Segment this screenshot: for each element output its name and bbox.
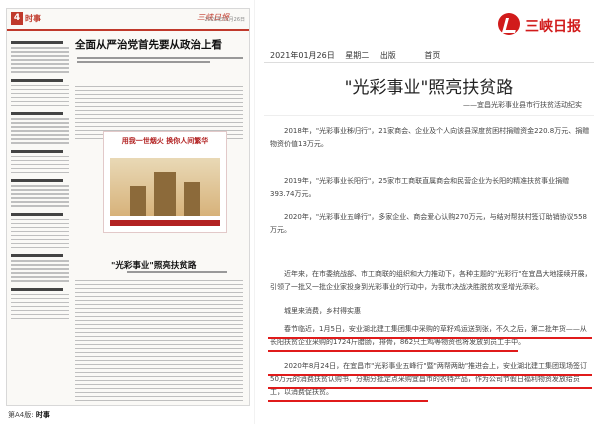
nav-divider: [264, 62, 594, 63]
article-subheadline-thumb: [127, 271, 227, 273]
article-paragraph: 近年来，在市委统战部、市工商联的组织和大力推动下，各种主题的"光彩行"在宜昌大地…: [270, 270, 592, 291]
article-paragraph: 2020年，"光彩事业五峰行"，多家企业、商会爱心认购270万元，与结对帮扶村签…: [270, 213, 587, 234]
page-date: 2021年01月26日: [204, 17, 245, 23]
sanxia-logo-icon: [498, 13, 520, 35]
edition-nav: 2021年01月26日 星期二 出版 首页: [270, 50, 448, 61]
ad-title: 用我一世烟火 换你人间繁华: [121, 136, 209, 145]
page-header: 4 时事 三峡日报 2021年01月26日: [7, 9, 249, 31]
edition-weekday: 星期二: [345, 51, 370, 60]
article-section-heading: 城里来消费，乡村得实惠: [284, 307, 361, 315]
edition-label: 出版: [379, 51, 396, 60]
article-paragraph: 春节临近，1月5日，安业湖北建工集团集中采购的草籽鸡运送到张，不久之后，第二批年…: [270, 325, 587, 346]
title-divider: [264, 115, 594, 116]
article-title: "光彩事业"照亮扶贫路: [344, 78, 514, 98]
brand-name: 三峡日报: [525, 19, 581, 35]
home-link[interactable]: 首页: [424, 51, 440, 60]
highlight-underline: [268, 374, 592, 376]
caption-section: 时事: [35, 411, 50, 419]
caption-prefix: 第A4版:: [8, 411, 34, 419]
ad-footer-bar: [110, 220, 220, 226]
divider: [254, 0, 255, 424]
highlight-underline: [268, 387, 592, 389]
brand[interactable]: 三峡日报: [498, 8, 594, 38]
public-service-ad[interactable]: 用我一世烟火 换你人间繁华: [103, 131, 227, 233]
highlight-underline: [268, 337, 592, 339]
page-section: 时事: [25, 14, 41, 23]
ad-illustration: [110, 158, 220, 216]
article-headline-thumb[interactable]: "光彩事业"照亮扶贫路: [111, 259, 196, 271]
top-headline[interactable]: 全面从严治党首先要从政治上看: [75, 37, 222, 52]
newspaper-page-thumbnail[interactable]: 4 时事 三峡日报 2021年01月26日 全面从严治党首先要从政治上看 用我一…: [6, 8, 250, 406]
article-subtitle: ——宜昌光彩事业县市行扶贫活动纪实: [463, 101, 582, 109]
page-number: 4: [11, 12, 23, 25]
highlight-underline: [268, 350, 518, 352]
top-subheadline: [77, 55, 243, 65]
article-paragraph: 2019年，"光彩事业长阳行"，25家市工商联直属商会和民营企业为长阳的精准扶贫…: [270, 177, 570, 198]
edition-date: 2021年01月26日: [270, 51, 335, 60]
lower-article-text[interactable]: [75, 277, 243, 404]
left-column-articles[interactable]: [11, 35, 69, 322]
page-caption[interactable]: 第A4版: 时事: [8, 410, 50, 420]
article-paragraph: 2020年8月24日，在宜昌市"光彩事业五峰行"暨"两帮两助"推进会上，安业湖北…: [270, 362, 588, 396]
article-paragraph: 2018年，"光彩事业秭归行"，21家商会、企业及个人向该县深度贫困村捐赠资金2…: [270, 127, 590, 148]
highlight-underline: [268, 400, 428, 402]
